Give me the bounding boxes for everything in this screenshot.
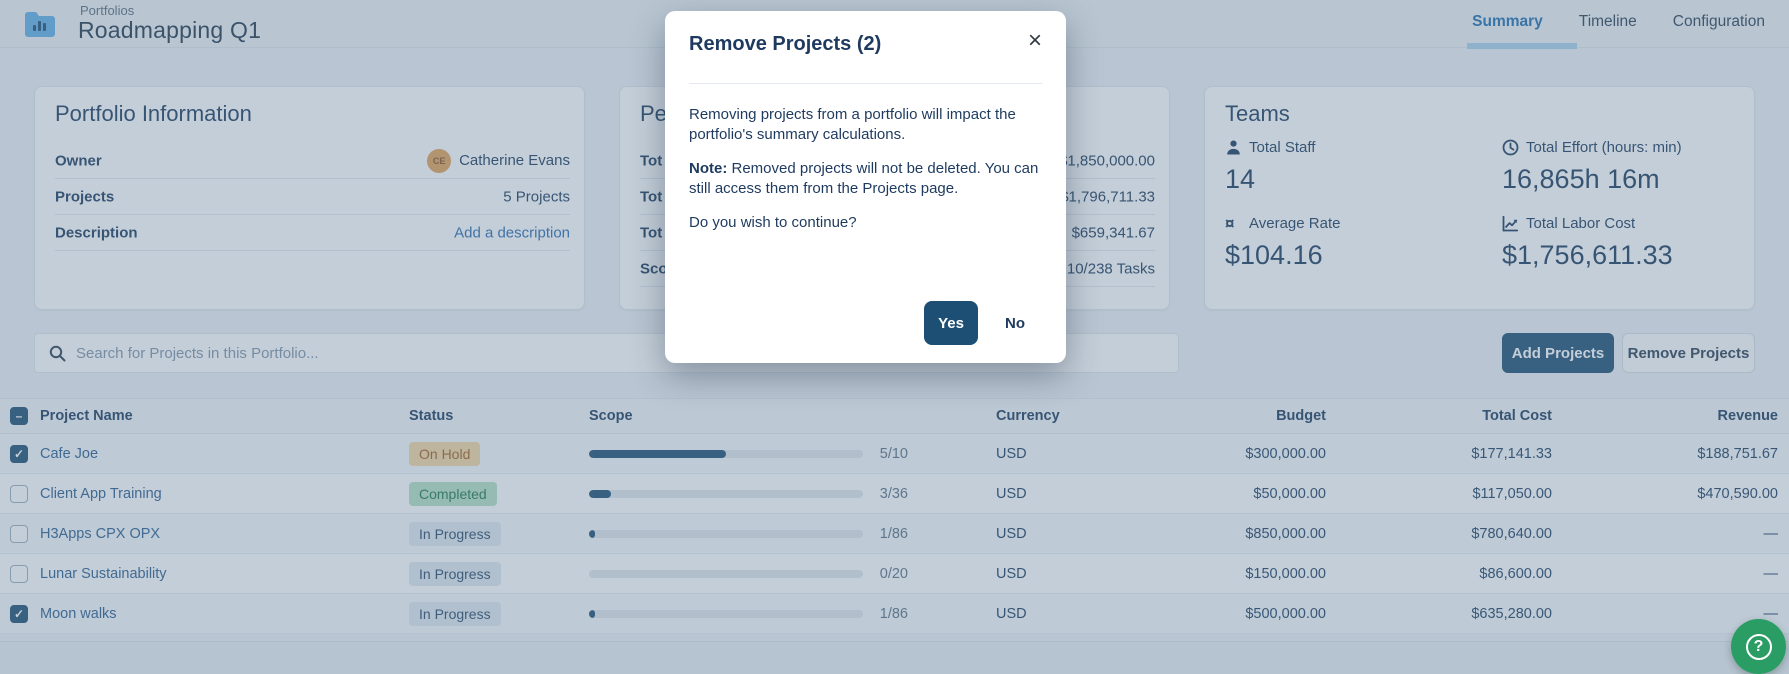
modal-title: Remove Projects (2) bbox=[689, 33, 881, 56]
modal-divider bbox=[689, 83, 1042, 84]
modal-actions: Yes No bbox=[924, 301, 1042, 345]
modal-paragraph-note: Note: Removed projects will not be delet… bbox=[689, 159, 1042, 199]
note-text: Removed projects will not be deleted. Yo… bbox=[689, 160, 1038, 197]
yes-button[interactable]: Yes bbox=[924, 301, 978, 345]
remove-projects-modal: Remove Projects (2) × Removing projects … bbox=[665, 11, 1066, 363]
close-icon[interactable]: × bbox=[1028, 29, 1042, 53]
question-mark-icon: ? bbox=[1746, 634, 1772, 660]
note-label: Note: bbox=[689, 160, 727, 177]
no-button[interactable]: No bbox=[988, 301, 1042, 345]
portfolio-app: Portfolios Roadmapping Q1 SummaryTimelin… bbox=[0, 0, 1789, 674]
help-button[interactable]: ? bbox=[1731, 619, 1786, 674]
modal-body: Removing projects from a portfolio will … bbox=[689, 105, 1042, 247]
modal-question: Do you wish to continue? bbox=[689, 213, 1042, 233]
modal-paragraph-impact: Removing projects from a portfolio will … bbox=[689, 105, 1042, 145]
